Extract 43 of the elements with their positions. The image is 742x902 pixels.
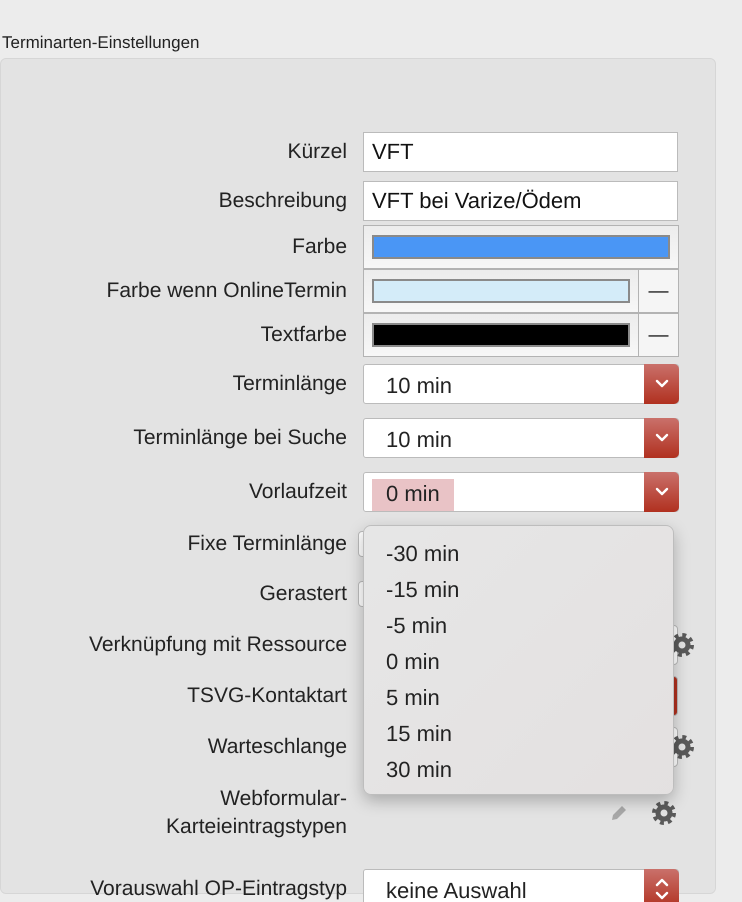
field-label: Warteschlange [206,734,347,760]
menu-item[interactable]: 15 min [364,716,673,752]
text-field[interactable]: VFT bei Varize/Ödem [363,180,678,220]
selected-value: 10 min [385,372,454,400]
field-label: Terminlänge [232,371,347,397]
field-label: Webformular- Karteieintragstypen [165,786,347,840]
field-label: Textfarbe [260,322,347,348]
text-field[interactable]: VFT [363,132,678,172]
gear-icon[interactable] [651,800,677,826]
field-label: Terminlänge bei Suche [132,425,347,451]
clear-color-button[interactable]: — [638,270,678,312]
menu-item[interactable]: -5 min [364,608,673,644]
selected-value: keine Auswahl [385,877,528,902]
dropdown[interactable]: 10 min [363,364,679,404]
selected-value: 0 min [372,479,454,511]
field-label: Vorlaufzeit [248,479,347,505]
dropdown[interactable]: 0 min [363,472,679,512]
clear-color-button[interactable]: — [638,314,678,356]
color-swatch[interactable] [372,323,630,347]
field-label: Kürzel [286,138,347,164]
menu-item[interactable]: 30 min [364,752,673,788]
menu-item[interactable]: 5 min [364,680,673,716]
field-label: Verknüpfung mit Ressource [88,632,347,658]
color-well[interactable] [363,225,679,269]
field-label: Vorauswahl OP-Eintragstyp [89,876,347,902]
field-label: Farbe [291,234,347,260]
section-title: Terminarten-Einstellungen [1,32,200,54]
field-label: Gerastert [258,581,347,607]
field-label: Beschreibung [218,188,347,214]
stepper-arrows[interactable] [644,869,679,902]
popup-button[interactable]: keine Auswahl [363,869,679,902]
color-well[interactable]: — [363,313,679,357]
dropdown[interactable]: 10 min [363,418,679,458]
field-label: Farbe wenn OnlineTermin [106,278,347,304]
color-well[interactable]: — [363,269,679,313]
menu-item[interactable]: -15 min [364,572,673,608]
field-label: TSVG-Kontaktart [186,682,347,708]
color-swatch[interactable] [372,235,670,259]
field-label: Fixe Terminlänge [186,531,347,557]
menu-item[interactable]: -30 min [364,536,673,572]
color-swatch[interactable] [372,279,630,303]
selected-value: 10 min [385,426,454,454]
menu-item[interactable]: 0 min [364,644,673,680]
